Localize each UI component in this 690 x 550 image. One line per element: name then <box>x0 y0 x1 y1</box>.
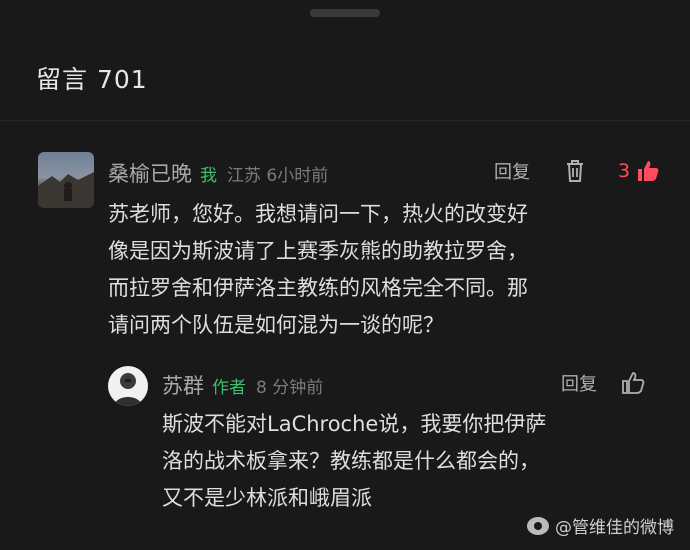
reply-button[interactable]: 回复 <box>494 158 530 184</box>
reply-time: 8 分钟前 <box>256 377 324 398</box>
comment-actions: 回复 3 <box>494 158 660 184</box>
reply-meta: 苏群 作者 8 分钟前 <box>162 370 323 400</box>
comment-line: 请问两个队伍是如何混为一谈的呢？ <box>108 313 444 337</box>
reply-line: 又不是少林派和峨眉派 <box>162 486 372 510</box>
thumbs-up-icon[interactable] <box>621 371 645 395</box>
comment-line: 苏老师，您好。我想请问一下，热火的改变好 <box>108 202 528 226</box>
reply-button[interactable]: 回复 <box>561 370 597 396</box>
comment-line: 像是因为斯波请了上赛季灰熊的助教拉罗舍， <box>108 239 528 263</box>
watermark: @管维佳的微博 <box>527 513 674 538</box>
avatar-landscape-icon <box>38 172 94 208</box>
watermark-text: @管维佳的微博 <box>555 518 674 538</box>
avatar[interactable] <box>38 152 94 208</box>
reply-username[interactable]: 苏群 <box>162 370 204 400</box>
avatar-person-icon <box>114 373 142 406</box>
comments-header: 留言 701 <box>36 65 148 94</box>
thumbs-up-icon <box>638 161 659 181</box>
trash-icon[interactable] <box>564 159 586 183</box>
reply-actions: 回复 <box>561 370 645 396</box>
author-avatar[interactable] <box>108 366 148 406</box>
comment-meta: 桑榆已晚 我 江苏 6小时前 <box>108 158 328 188</box>
like-button[interactable]: 3 <box>618 159 660 183</box>
self-tag: 我 <box>200 165 217 186</box>
author-tag: 作者 <box>212 377 246 398</box>
reply-line: 斯波不能对LaChroche说，我要你把伊萨 <box>162 412 547 436</box>
like-count: 3 <box>618 160 631 182</box>
weibo-icon <box>527 516 549 535</box>
reply-line: 洛的战术板拿来？教练都是什么都会的， <box>162 449 540 473</box>
comment-line: 而拉罗舍和伊萨洛主教练的风格完全不同。那 <box>108 276 528 300</box>
comment-username[interactable]: 桑榆已晚 <box>108 158 192 188</box>
comment-content: 苏老师，您好。我想请问一下，热火的改变好 像是因为斯波请了上赛季灰熊的助教拉罗舍… <box>108 196 528 344</box>
drag-handle[interactable] <box>310 9 380 17</box>
reply-content: 斯波不能对LaChroche说，我要你把伊萨 洛的战术板拿来？教练都是什么都会的… <box>162 406 546 517</box>
comment-location-time: 江苏 6小时前 <box>227 165 329 186</box>
divider <box>0 120 690 121</box>
